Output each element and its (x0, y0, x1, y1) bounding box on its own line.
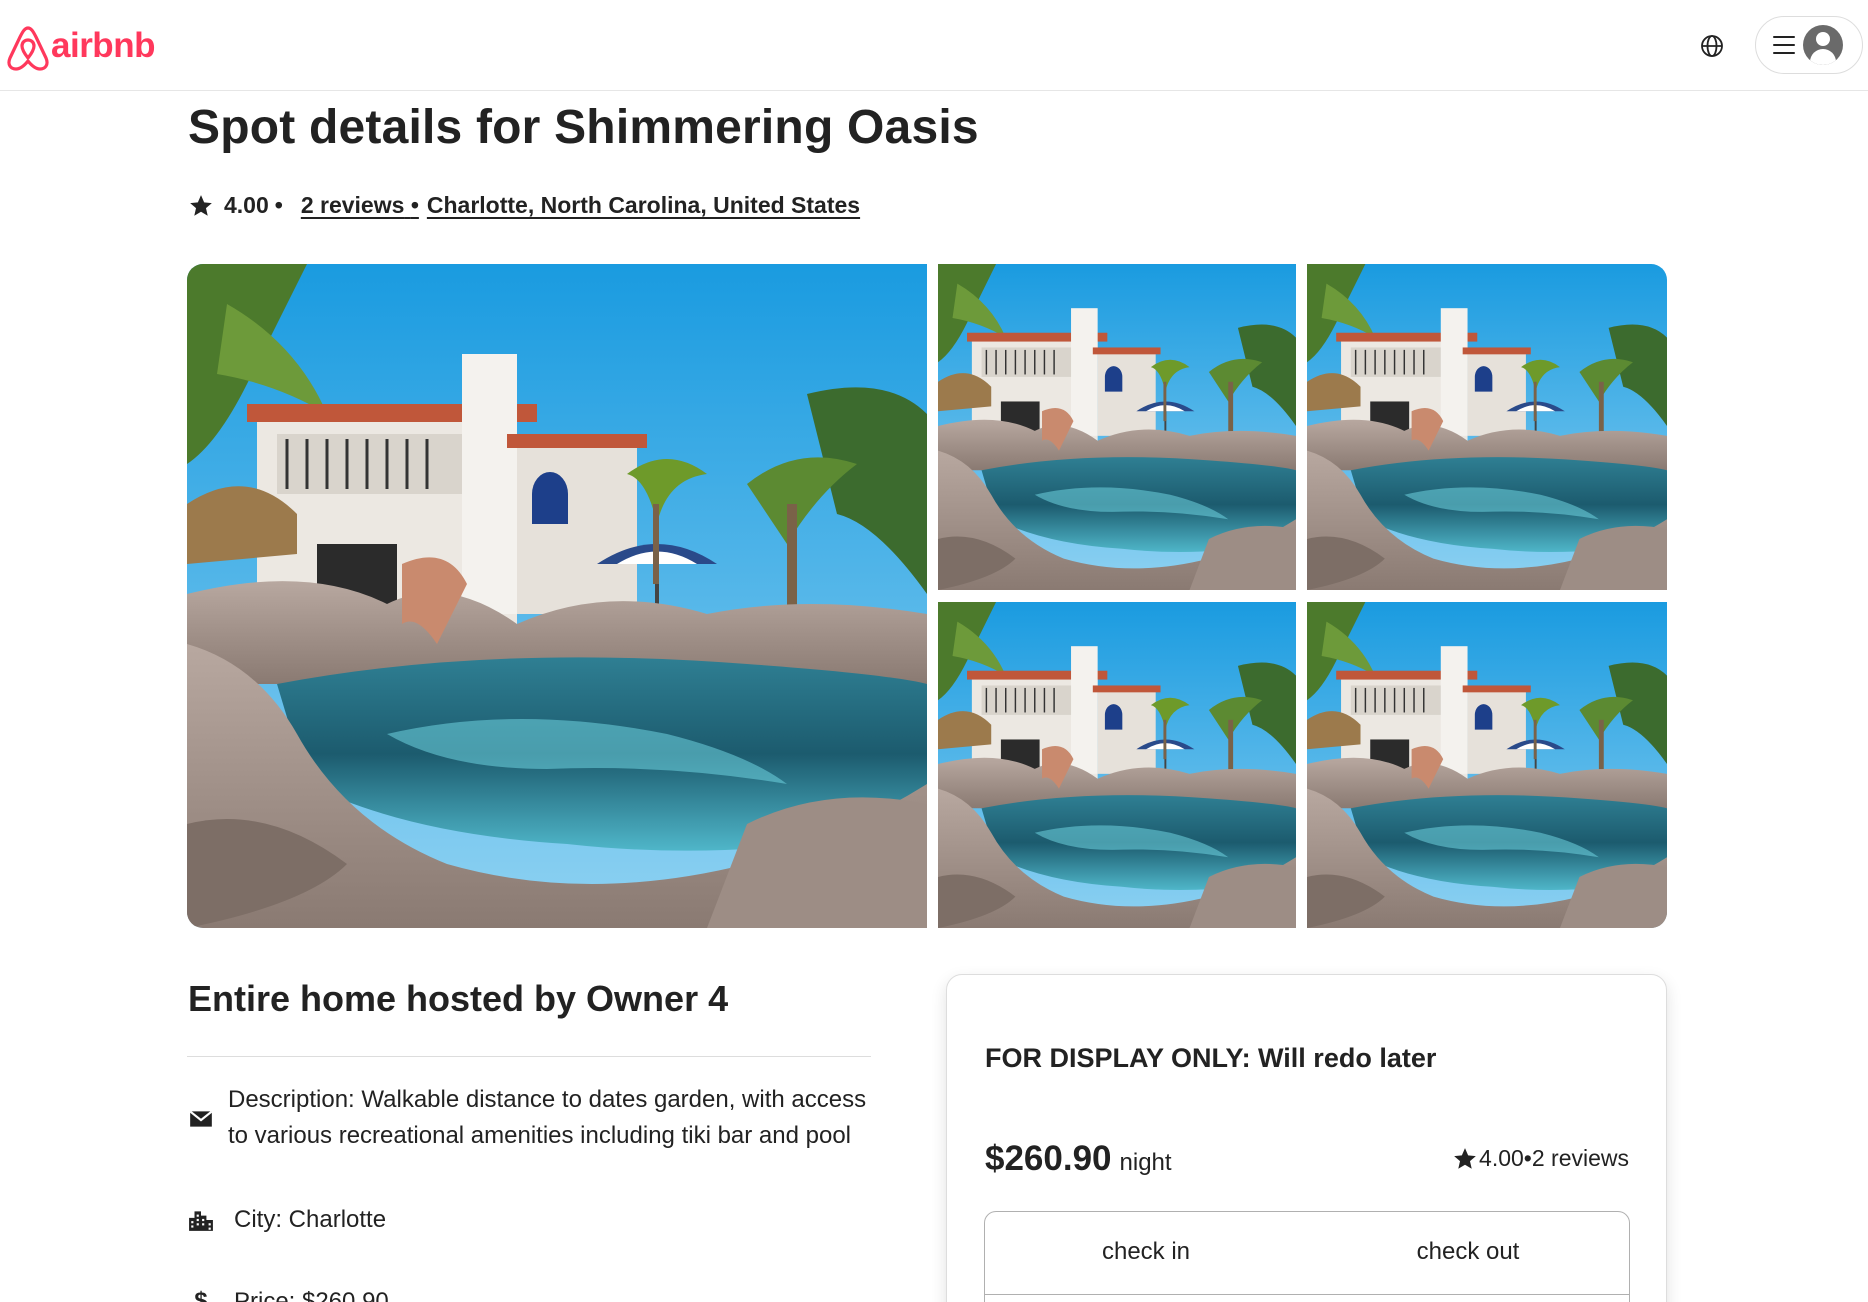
separator-dot: • (274, 192, 283, 218)
date-picker: check in check out (984, 1211, 1630, 1302)
globe-icon (1701, 35, 1723, 57)
pool-house-photo (187, 264, 927, 928)
city-icon (189, 1211, 213, 1231)
airbnb-logo-icon (7, 26, 49, 71)
star-icon (190, 194, 212, 216)
brand-name: airbnb (51, 26, 155, 65)
price-row: $ Price: $260.90 (188, 1284, 389, 1302)
city-row: City: Charlotte (188, 1202, 386, 1238)
price-text: Price: $260.90 (234, 1288, 389, 1302)
description-text: Description: Walkable distance to dates … (228, 1086, 867, 1149)
gallery-photo-3[interactable] (938, 602, 1296, 928)
star-icon (1454, 1147, 1476, 1169)
gallery-photo-4[interactable] (1307, 602, 1667, 928)
location-link[interactable]: Charlotte, North Carolina, United States (427, 192, 860, 219)
hamburger-menu-icon (1773, 36, 1795, 54)
check-in-field[interactable]: check in (985, 1212, 1307, 1302)
date-picker-divider (985, 1294, 1629, 1295)
nightly-price: $260.90 night (985, 1139, 1172, 1179)
dollar-icon: $ (194, 1288, 207, 1302)
airbnb-logo[interactable]: airbnb (5, 22, 155, 72)
user-avatar-icon (1803, 25, 1843, 65)
page-title: Spot details for Shimmering Oasis (188, 101, 979, 154)
pool-house-photo (1307, 602, 1667, 928)
section-divider (187, 1056, 871, 1057)
listing-meta: 4.00 • 2 reviews • Charlotte, North Caro… (188, 192, 860, 219)
svg-text:$: $ (194, 1288, 207, 1302)
language-button[interactable] (1696, 30, 1728, 62)
pool-house-photo (938, 602, 1296, 928)
pool-house-photo (938, 264, 1296, 590)
host-heading: Entire home hosted by Owner 4 (188, 978, 729, 1019)
photo-gallery (187, 264, 1667, 928)
reviews-link[interactable]: 2 reviews • (301, 192, 419, 219)
card-reviews: •2 reviews (1523, 1145, 1629, 1171)
card-rating: 4.00 •2 reviews (1452, 1145, 1629, 1172)
description-row: Description: Walkable distance to dates … (188, 1082, 878, 1154)
booking-note: FOR DISPLAY ONLY: Will redo later (985, 1043, 1437, 1073)
card-rating-value: 4.00 (1479, 1145, 1524, 1171)
price-amount: $260.90 (985, 1139, 1112, 1178)
top-nav: airbnb (0, 0, 1868, 91)
city-text: City: Charlotte (234, 1206, 387, 1233)
rating-value: 4.00 (224, 192, 269, 218)
price-unit: night (1119, 1149, 1172, 1176)
gallery-photo-main[interactable] (187, 264, 927, 928)
user-menu-button[interactable] (1755, 16, 1863, 74)
check-out-field[interactable]: check out (1307, 1212, 1629, 1302)
envelope-icon (189, 1110, 213, 1127)
gallery-photo-1[interactable] (938, 264, 1296, 590)
gallery-photo-2[interactable] (1307, 264, 1667, 590)
pool-house-photo (1307, 264, 1667, 590)
booking-card: FOR DISPLAY ONLY: Will redo later $260.9… (946, 974, 1667, 1302)
